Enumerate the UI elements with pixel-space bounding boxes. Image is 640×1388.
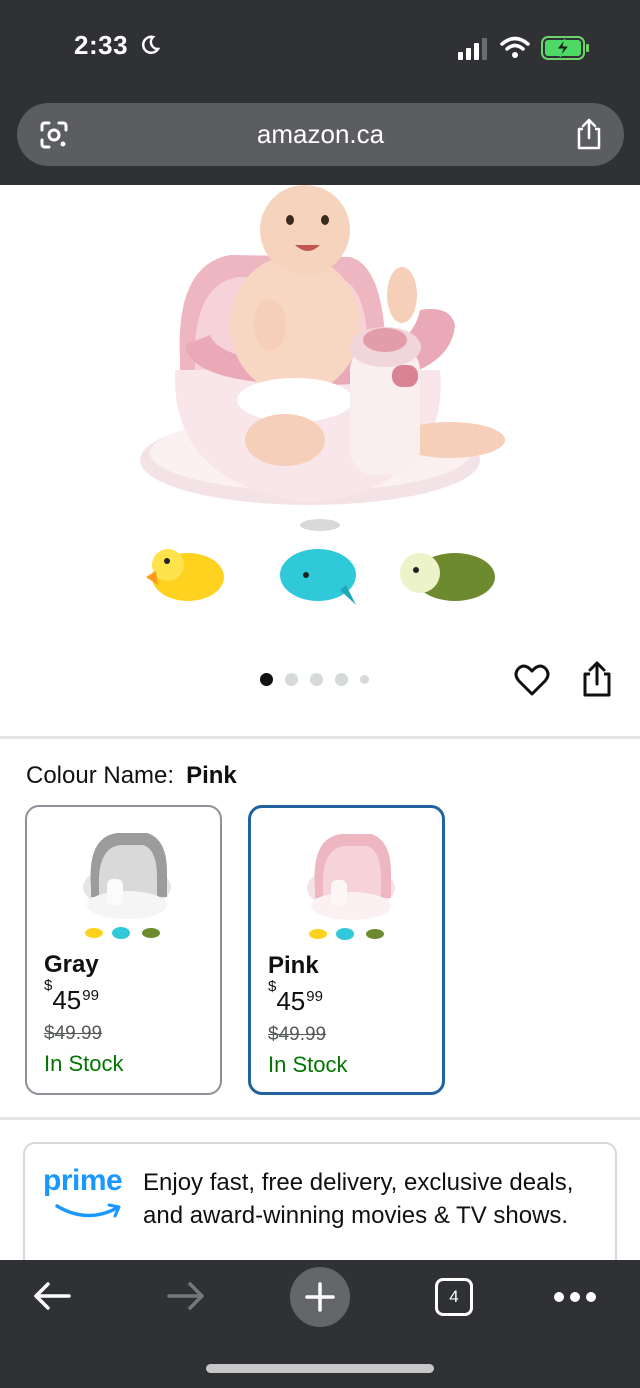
forward-icon[interactable] bbox=[166, 1280, 206, 1312]
prime-promo-text: Enjoy fast, free delivery, exclusive dea… bbox=[143, 1169, 574, 1229]
divider bbox=[0, 736, 640, 739]
moon-icon bbox=[141, 35, 160, 54]
product-image[interactable] bbox=[120, 185, 520, 615]
signal-icon bbox=[458, 38, 487, 60]
home-indicator bbox=[206, 1364, 434, 1373]
option-old-price: $49.99 bbox=[44, 1023, 103, 1044]
carousel-dot[interactable] bbox=[260, 672, 273, 686]
option-price: $4599 bbox=[44, 977, 99, 1015]
tabs-icon[interactable]: 4 bbox=[435, 1278, 473, 1316]
browser-top-bar: 2:33 amazon.ca bbox=[0, 0, 640, 185]
url-text[interactable]: amazon.ca bbox=[17, 119, 624, 150]
pink-seat-thumbnail bbox=[307, 834, 395, 940]
share-icon[interactable] bbox=[574, 117, 604, 151]
prime-smile-icon bbox=[55, 1203, 121, 1218]
back-icon[interactable] bbox=[32, 1280, 72, 1312]
option-stock-status: In Stock bbox=[268, 1052, 348, 1077]
divider bbox=[0, 1117, 640, 1120]
gray-seat-thumbnail bbox=[83, 833, 171, 939]
more-icon[interactable] bbox=[552, 1290, 598, 1304]
colour-name-line: Colour Name: Pink bbox=[26, 762, 237, 790]
colour-option-pink[interactable]: Pink $4599 $49.99 In Stock bbox=[248, 805, 445, 1095]
colour-option-gray[interactable]: Gray $4599 $49.99 In Stock bbox=[25, 805, 222, 1095]
image-carousel-dots[interactable] bbox=[260, 670, 369, 688]
carousel-dot[interactable] bbox=[310, 672, 323, 686]
share-icon[interactable] bbox=[580, 660, 614, 698]
wifi-icon bbox=[500, 36, 530, 58]
option-price: $4599 bbox=[268, 978, 323, 1016]
battery-icon bbox=[541, 36, 589, 60]
option-stock-status: In Stock bbox=[44, 1051, 124, 1076]
prime-logo: prime bbox=[43, 1164, 133, 1224]
plus-icon bbox=[305, 1282, 335, 1312]
colour-label: Colour Name: bbox=[26, 762, 175, 789]
address-bar[interactable]: amazon.ca bbox=[17, 103, 624, 166]
carousel-dot[interactable] bbox=[285, 672, 298, 686]
option-name: Gray bbox=[44, 951, 99, 978]
option-name: Pink bbox=[268, 952, 319, 979]
browser-bottom-bar: 4 bbox=[0, 1260, 640, 1388]
option-old-price: $49.99 bbox=[268, 1024, 327, 1045]
colour-selected-value: Pink bbox=[186, 762, 237, 789]
carousel-dot[interactable] bbox=[360, 674, 369, 684]
new-tab-button[interactable] bbox=[290, 1267, 350, 1327]
carousel-dot[interactable] bbox=[335, 672, 348, 686]
heart-icon[interactable] bbox=[514, 662, 550, 698]
status-time: 2:33 bbox=[74, 30, 129, 60]
page: 2:33 amazon.ca Colour Name: Pink Gray $4… bbox=[0, 0, 640, 1388]
